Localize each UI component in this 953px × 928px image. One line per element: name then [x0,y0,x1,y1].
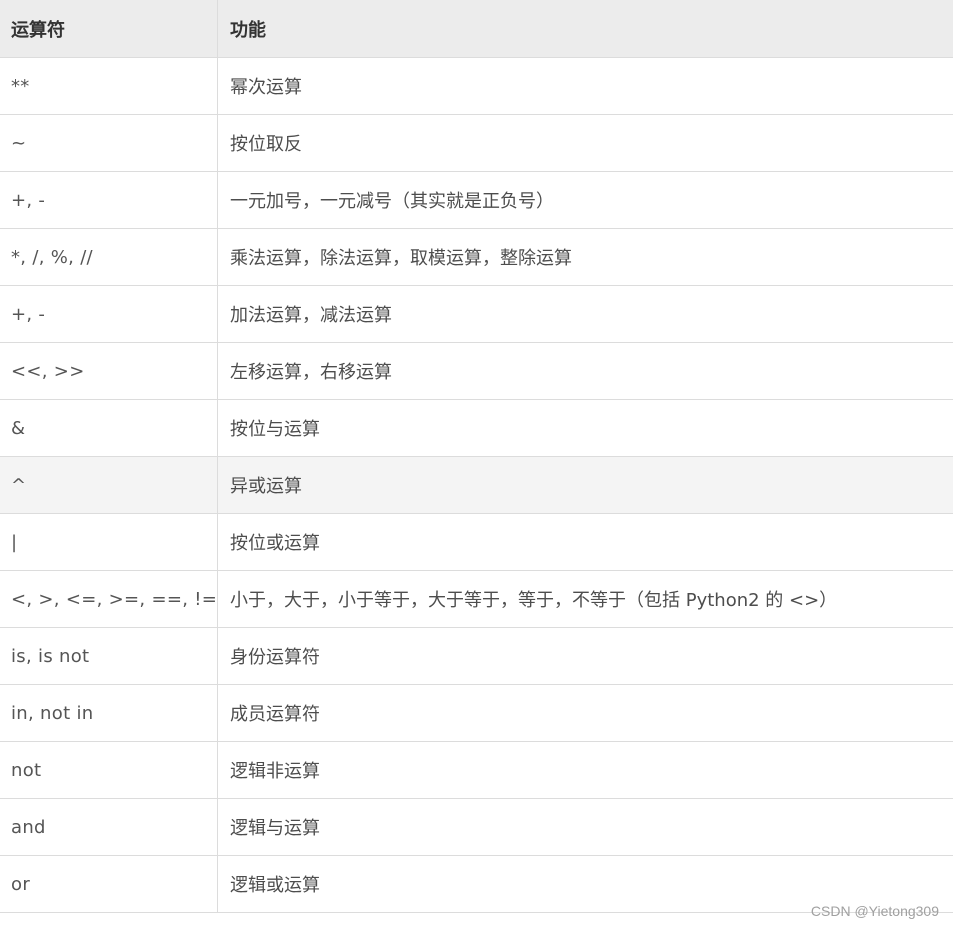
function-cell: 逻辑非运算 [217,741,953,799]
table-row: ~ 按位取反 [0,114,953,172]
operator-cell: <, >, <=, >=, ==, != [0,570,218,628]
operator-precedence-table: 运算符 功能 ** 幂次运算 ~ 按位取反 +, - 一元加号，一元减号（其实就… [0,0,953,913]
operator-cell: <<, >> [0,342,218,400]
table-row: <<, >> 左移运算，右移运算 [0,342,953,400]
table-row: & 按位与运算 [0,399,953,457]
function-cell: 成员运算符 [217,684,953,742]
function-cell: 幂次运算 [217,57,953,115]
operator-cell: or [0,855,218,913]
table-row: ^ 异或运算 [0,456,953,514]
table-row: +, - 加法运算，减法运算 [0,285,953,343]
function-cell: 按位与运算 [217,399,953,457]
function-cell: 按位取反 [217,114,953,172]
operator-cell: not [0,741,218,799]
function-cell: 小于，大于，小于等于，大于等于，等于，不等于（包括 Python2 的 <>） [217,570,953,628]
function-cell: 身份运算符 [217,627,953,685]
function-cell: 乘法运算，除法运算，取模运算，整除运算 [217,228,953,286]
operator-cell: and [0,798,218,856]
table-row: ** 幂次运算 [0,57,953,115]
watermark: CSDN @Yietong309 [810,903,939,919]
function-cell: 按位或运算 [217,513,953,571]
page: 运算符 功能 ** 幂次运算 ~ 按位取反 +, - 一元加号，一元减号（其实就… [0,0,953,928]
table-row: is, is not 身份运算符 [0,627,953,685]
operator-cell: ~ [0,114,218,172]
table-row: +, - 一元加号，一元减号（其实就是正负号） [0,171,953,229]
operator-cell: +, - [0,285,218,343]
operator-cell: ** [0,57,218,115]
header-function: 功能 [217,0,953,58]
operator-cell: +, - [0,171,218,229]
table-row: *, /, %, // 乘法运算，除法运算，取模运算，整除运算 [0,228,953,286]
header-operator: 运算符 [0,0,218,58]
table-header-row: 运算符 功能 [0,0,953,58]
function-cell: 逻辑与运算 [217,798,953,856]
function-cell: 一元加号，一元减号（其实就是正负号） [217,171,953,229]
operator-cell: & [0,399,218,457]
table-row: and 逻辑与运算 [0,798,953,856]
function-cell: 左移运算，右移运算 [217,342,953,400]
function-cell: 异或运算 [217,456,953,514]
table-row: <, >, <=, >=, ==, != 小于，大于，小于等于，大于等于，等于，… [0,570,953,628]
operator-cell: *, /, %, // [0,228,218,286]
operator-cell: | [0,513,218,571]
operator-cell: in, not in [0,684,218,742]
table-row: | 按位或运算 [0,513,953,571]
operator-cell: is, is not [0,627,218,685]
table-row: in, not in 成员运算符 [0,684,953,742]
function-cell: 加法运算，减法运算 [217,285,953,343]
table-row: not 逻辑非运算 [0,741,953,799]
operator-cell: ^ [0,456,218,514]
